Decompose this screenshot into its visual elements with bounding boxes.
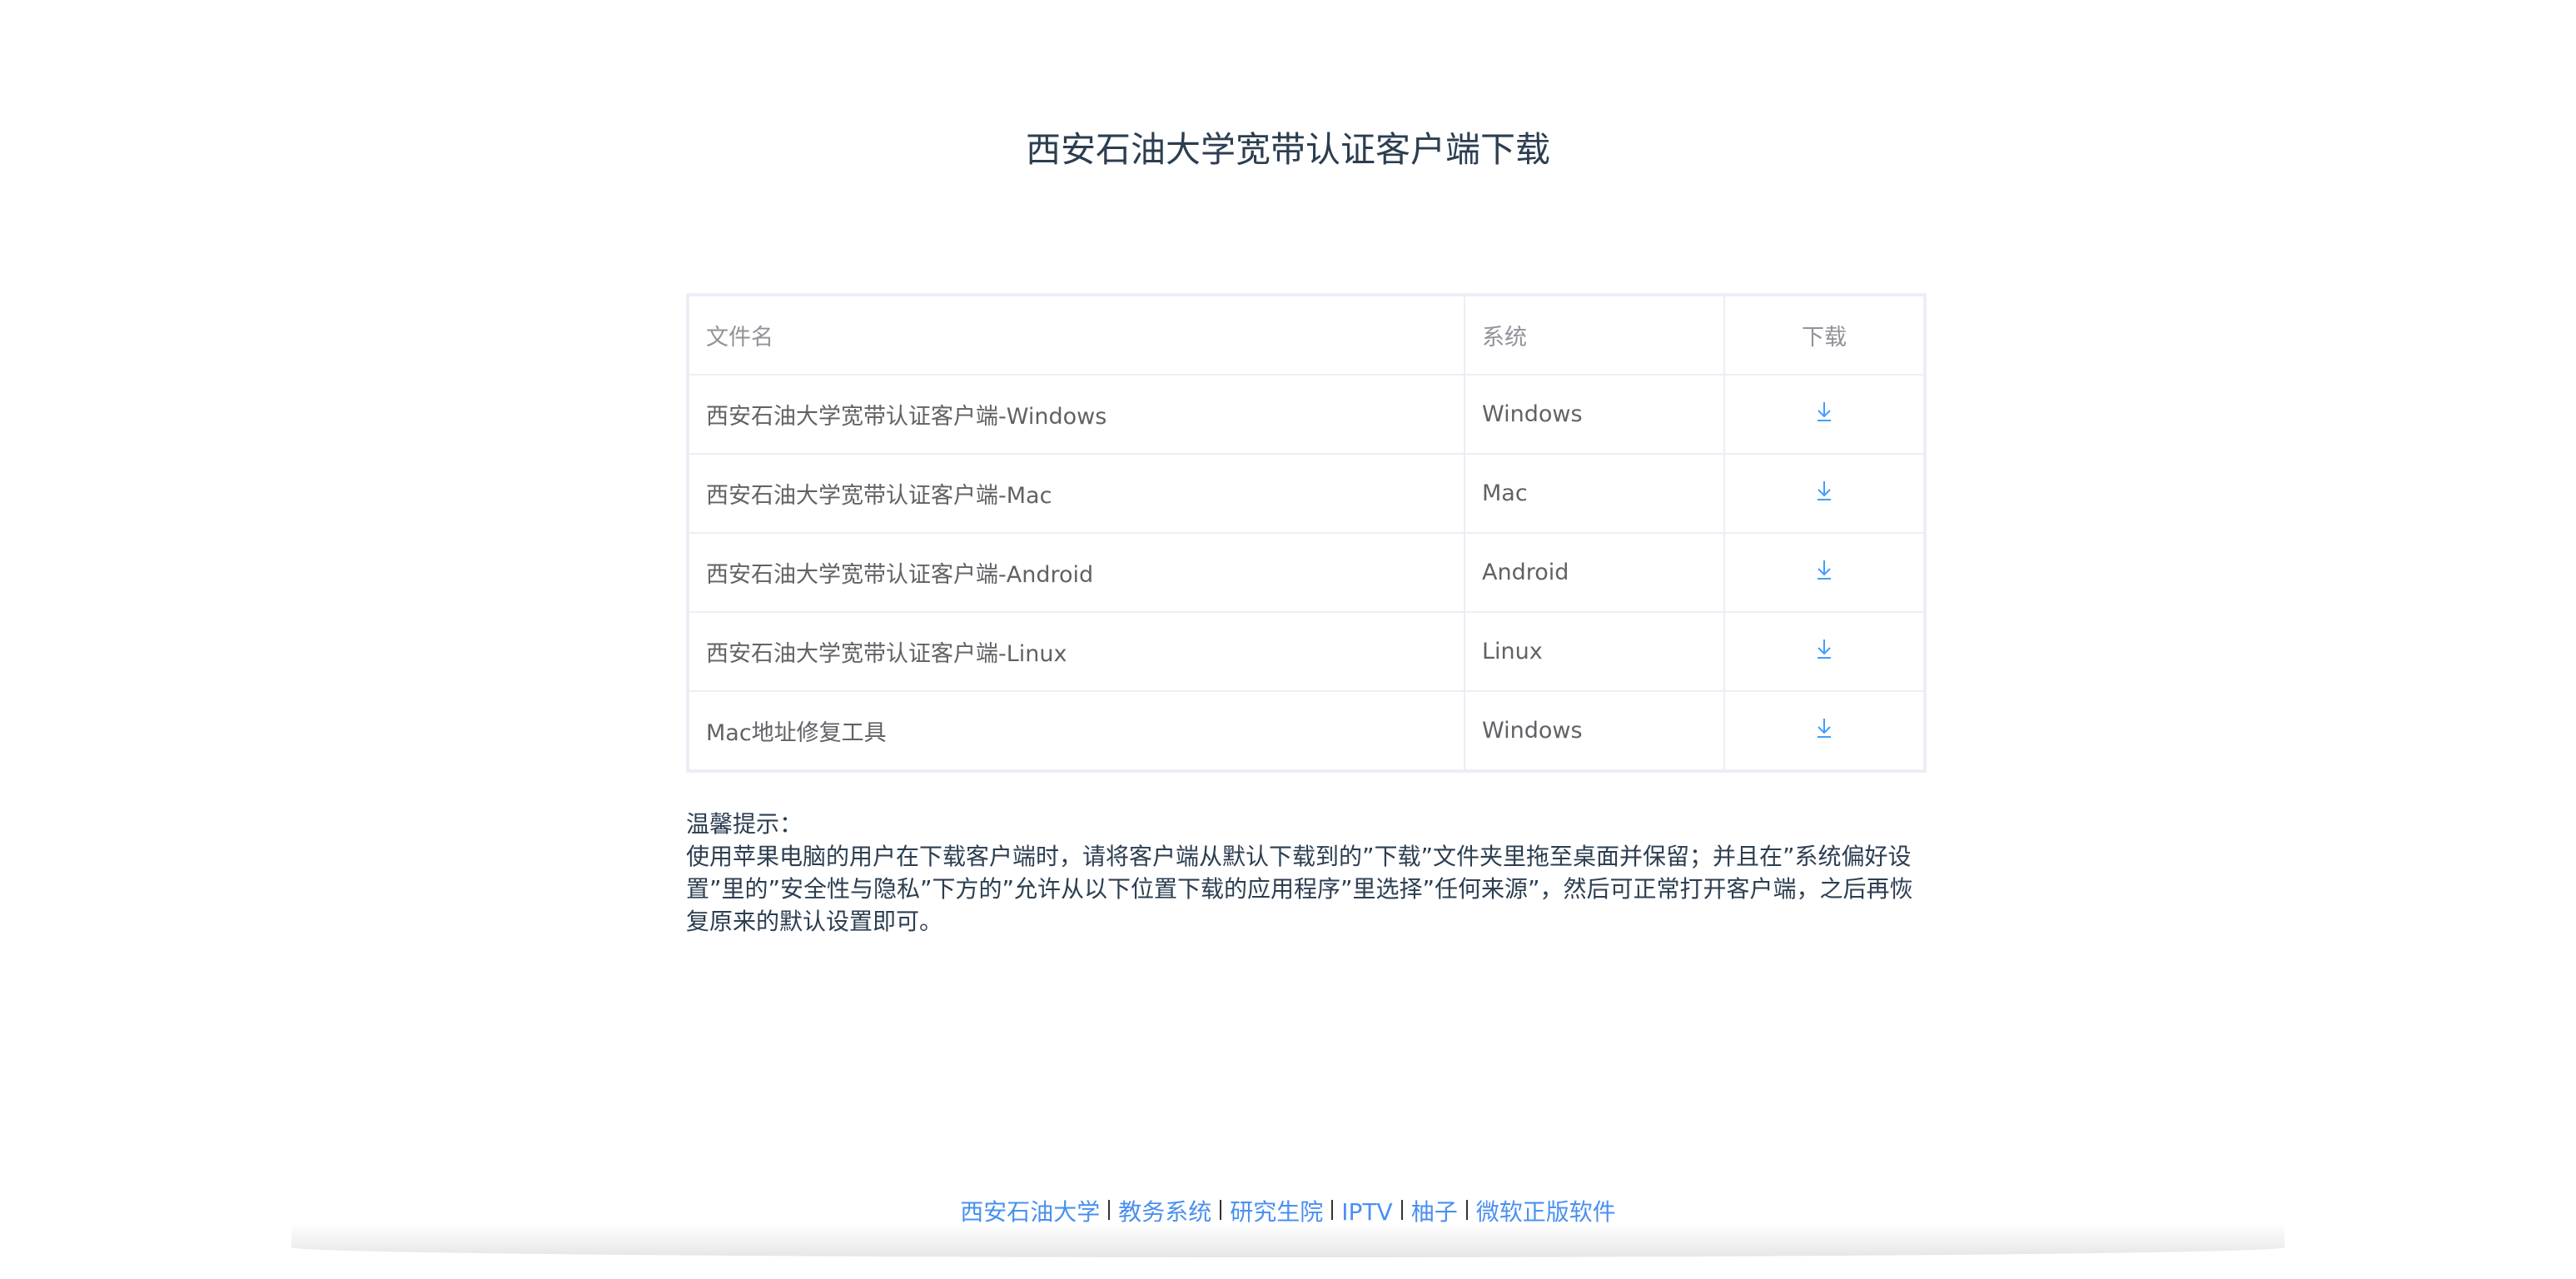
separator (1400, 1200, 1403, 1220)
tip-box: 温馨提示： 使用苹果电脑的用户在下载客户端时，请将客户端从默认下载到的”下载”文… (686, 808, 1935, 938)
footer-links: 西安石油大学 教务系统 研究生院 IPTV 柚子 微软正版软件 (0, 1194, 2576, 1227)
header-filename: 文件名 (687, 294, 1465, 376)
table-row: 西安石油大学宽带认证客户端-Windows Windows (687, 374, 1926, 455)
table-row: 西安石油大学宽带认证客户端-Mac Mac (687, 453, 1926, 534)
separator (1465, 1200, 1468, 1220)
file-system: Windows (1464, 690, 1725, 772)
header-download: 下载 (1723, 294, 1926, 376)
header-system: 系统 (1464, 294, 1725, 376)
footer-link[interactable]: IPTV (1341, 1198, 1392, 1226)
download-icon[interactable] (1814, 479, 1834, 508)
page-title: 西安石油大学宽带认证客户端下载 (1025, 129, 1550, 170)
file-name: 西安石油大学宽带认证客户端-Android (687, 532, 1465, 613)
file-system: Mac (1464, 453, 1725, 534)
table-row: 西安石油大学宽带认证客户端-Linux Linux (687, 611, 1926, 692)
file-system: Windows (1464, 374, 1725, 455)
download-icon[interactable] (1814, 400, 1834, 429)
file-name: 西安石油大学宽带认证客户端-Windows (687, 374, 1465, 455)
footer-link[interactable]: 研究生院 (1230, 1198, 1323, 1226)
footer-link[interactable]: 西安石油大学 (960, 1198, 1100, 1226)
file-name: 西安石油大学宽带认证客户端-Mac (687, 453, 1465, 534)
separator (1331, 1200, 1334, 1220)
tip-body: 使用苹果电脑的用户在下载客户端时，请将客户端从默认下载到的”下载”文件夹里拖至桌… (686, 843, 1913, 935)
table-row: Mac地址修复工具 Windows (687, 690, 1926, 772)
download-icon[interactable] (1814, 637, 1834, 666)
download-icon[interactable] (1814, 716, 1834, 745)
file-name: 西安石油大学宽带认证客户端-Linux (687, 611, 1465, 692)
file-system: Android (1464, 532, 1725, 613)
footer-link[interactable]: 柚子 (1411, 1198, 1458, 1226)
table-row: 西安石油大学宽带认证客户端-Android Android (687, 532, 1926, 613)
download-icon[interactable] (1814, 558, 1834, 587)
table-header: 文件名 系统 下载 (687, 294, 1926, 376)
download-table: 文件名 系统 下载 西安石油大学宽带认证客户端-Windows Windows … (686, 293, 1927, 773)
tip-heading: 温馨提示： (686, 810, 803, 838)
separator (1108, 1200, 1111, 1220)
file-system: Linux (1464, 611, 1725, 692)
file-name: Mac地址修复工具 (687, 690, 1465, 772)
footer-link[interactable]: 微软正版软件 (1476, 1198, 1616, 1226)
footer-shadow (291, 1224, 2285, 1257)
footer-link[interactable]: 教务系统 (1118, 1198, 1211, 1226)
separator (1220, 1200, 1222, 1220)
